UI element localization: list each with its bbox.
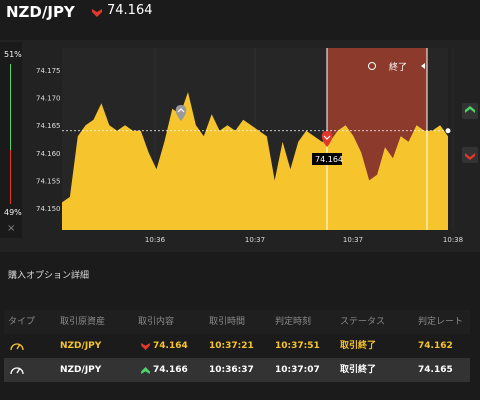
header-status: ステータス bbox=[340, 317, 386, 327]
rate-tag-text: 74.164 bbox=[315, 155, 343, 164]
table-row[interactable]: NZD/JPY 74.166 10:36:37 10:37:07 取引終了 74… bbox=[4, 358, 470, 382]
row-judge-time: 10:37:51 bbox=[275, 341, 320, 351]
row-asset: NZD/JPY bbox=[60, 341, 102, 351]
high-button[interactable] bbox=[462, 103, 478, 119]
table-header: タイプ 取引原資産 取引内容 取引時間 判定時刻 ステータス 判定レート bbox=[4, 310, 470, 334]
y-tick-label: 74.155 bbox=[36, 177, 61, 185]
up-arrow-icon bbox=[465, 106, 475, 113]
header-judge-time: 判定時刻 bbox=[275, 317, 312, 327]
down-arrow-icon bbox=[141, 343, 150, 350]
row-time: 10:36:37 bbox=[209, 365, 254, 375]
up-arrow-icon bbox=[141, 367, 150, 374]
y-tick-label: 74.170 bbox=[36, 95, 61, 103]
current-rate-dot bbox=[445, 128, 451, 134]
header-judge-rate: 判定レート bbox=[418, 317, 464, 327]
row-rate: 74.164 bbox=[153, 341, 188, 351]
row-status: 取引終了 bbox=[340, 341, 377, 351]
header-content: 取引内容 bbox=[138, 317, 175, 327]
x-tick-label: 10:38 bbox=[443, 236, 463, 244]
header-asset: 取引原資産 bbox=[60, 317, 106, 327]
row-judge-rate: 74.162 bbox=[418, 341, 453, 351]
section-title: 購入オプション詳細 bbox=[8, 271, 90, 281]
y-tick-label: 74.175 bbox=[36, 67, 61, 75]
low-button[interactable] bbox=[462, 147, 478, 163]
price-chart: 74.175 74.170 74.165 74.160 74.155 74.150 10:… bbox=[36, 48, 463, 244]
down-arrow-icon bbox=[465, 153, 475, 160]
row-asset: NZD/JPY bbox=[60, 365, 102, 375]
y-tick-label: 74.160 bbox=[36, 150, 61, 158]
row-status: 取引終了 bbox=[340, 365, 377, 375]
y-tick-label: 74.165 bbox=[36, 122, 61, 130]
gauge-icon bbox=[10, 343, 24, 351]
header-type: タイプ bbox=[8, 317, 36, 327]
row-time: 10:37:21 bbox=[209, 341, 254, 351]
row-judge-rate: 74.165 bbox=[418, 365, 453, 375]
x-tick-label: 10:36 bbox=[145, 236, 166, 244]
header-time: 取引時間 bbox=[209, 317, 246, 327]
x-tick-label: 10:37 bbox=[343, 236, 363, 244]
table-row[interactable]: NZD/JPY 74.164 10:37:21 10:37:51 取引終了 74… bbox=[4, 334, 470, 358]
y-tick-label: 74.150 bbox=[36, 205, 61, 213]
expired-text: 終了 bbox=[389, 61, 407, 73]
row-rate: 74.166 bbox=[153, 365, 188, 375]
x-tick-label: 10:37 bbox=[245, 236, 265, 244]
row-judge-time: 10:37:07 bbox=[275, 365, 320, 375]
gauge-icon bbox=[10, 367, 24, 375]
